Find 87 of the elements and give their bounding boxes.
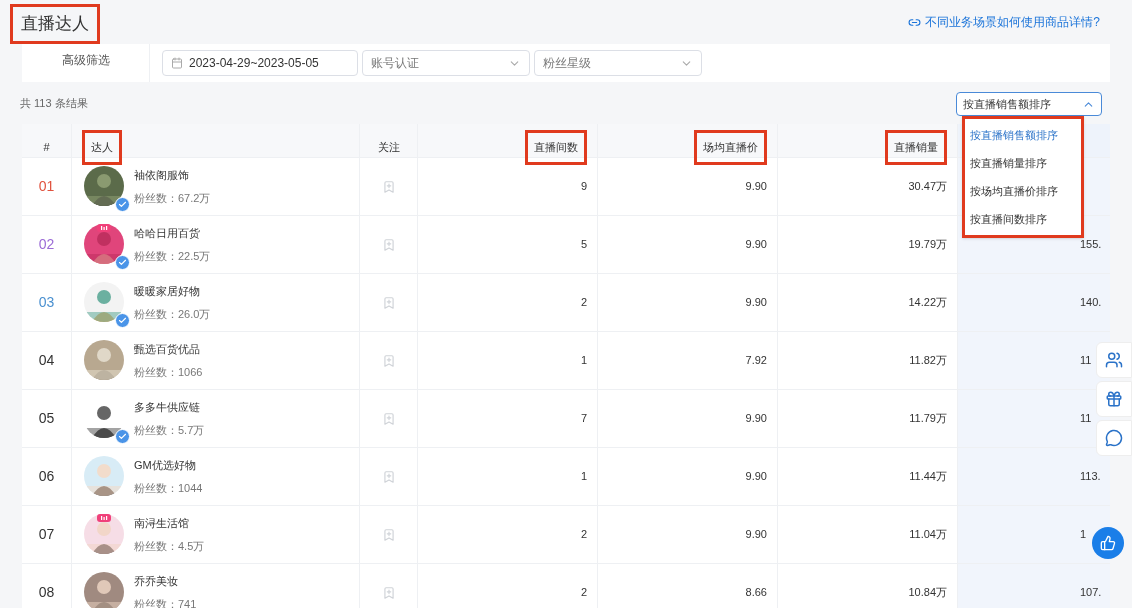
table-cell-text: 30.47万 <box>908 179 947 195</box>
column-header: 场均直播价 <box>694 130 767 165</box>
table-cell-text: 7 <box>580 411 587 427</box>
chat-button[interactable] <box>1096 420 1132 456</box>
help-link[interactable]: 不同业务场景如何使用商品详情? <box>908 13 1100 31</box>
rank-number: 07 <box>38 525 55 544</box>
table-cell-text: 1 <box>580 469 587 485</box>
rank-number: 05 <box>38 409 55 428</box>
table-cell: 11 <box>958 390 1110 447</box>
people-icon <box>1105 351 1123 369</box>
select-field[interactable]: 账号认证 <box>362 50 530 76</box>
gift-button[interactable] <box>1096 381 1132 417</box>
table-cell-text: 9.90 <box>745 469 767 485</box>
table-cell-text: 9.90 <box>745 179 767 195</box>
table-cell: 1 <box>958 506 1110 563</box>
result-count: 共 113 条结果 <box>20 95 88 111</box>
table-cell: 11 <box>958 332 1110 389</box>
creator-name[interactable]: 甄选百货优品 <box>134 341 203 358</box>
table-cell-text: 11.44万 <box>909 469 947 485</box>
follow-icon[interactable] <box>381 295 396 310</box>
filter-label: 高级筛选 <box>61 52 110 69</box>
table-cell: 140. <box>958 274 1110 331</box>
table-cell-text: 9.90 <box>745 527 767 543</box>
follow-icon[interactable] <box>381 585 396 600</box>
table-cell: 113. <box>958 448 1110 505</box>
column-header: 直播销量 <box>885 130 947 165</box>
table-cell: 107. <box>958 564 1110 608</box>
date-range-field[interactable]: 2023-04-29~2023-05-05 <box>162 50 358 76</box>
creator-name[interactable]: 多多牛供应链 <box>134 399 205 416</box>
table-cell-text: 9.90 <box>745 237 767 253</box>
follow-icon[interactable] <box>381 527 396 542</box>
rank-number: 03 <box>38 293 55 312</box>
table-cell-text: 11.82万 <box>909 353 947 369</box>
rank-number: 01 <box>38 177 55 196</box>
page-title: 直播达人 <box>10 4 100 44</box>
follow-icon[interactable] <box>381 411 396 426</box>
table-cell-text: 9.90 <box>745 295 767 311</box>
select-field[interactable]: 粉丝星级 <box>534 50 702 76</box>
column-header: 达人 <box>82 130 122 165</box>
column-header: 关注 <box>376 140 401 156</box>
chat-icon <box>1105 429 1123 447</box>
fan-count: 粉丝数：4.5万 <box>134 538 205 554</box>
sort-option[interactable]: 按场均直播价排序 <box>965 177 1081 205</box>
sort-option[interactable]: 按直播销量排序 <box>965 149 1081 177</box>
creator-name[interactable]: 乔乔美妆 <box>134 573 197 590</box>
column-header: # <box>42 140 51 156</box>
creator-name[interactable]: 南浔生活馆 <box>134 515 205 532</box>
table-cell-text: 9 <box>580 179 587 195</box>
rank-number: 02 <box>38 235 55 254</box>
fan-count: 粉丝数：1044 <box>134 480 203 496</box>
table-cell-text: 7.92 <box>745 353 767 369</box>
thumbs-up-icon <box>1100 535 1116 551</box>
table-cell-text: 10.84万 <box>908 585 947 601</box>
fan-count: 粉丝数：1066 <box>134 364 203 380</box>
fan-count: 粉丝数：5.7万 <box>134 422 205 438</box>
creator-name[interactable]: 暖暖家居好物 <box>134 283 211 300</box>
fan-count: 粉丝数：22.5万 <box>134 248 211 264</box>
sort-select[interactable]: 按直播销售额排序 <box>956 92 1102 116</box>
table-cell-text: 11.04万 <box>909 527 947 543</box>
rank-number: 08 <box>38 583 55 602</box>
table-cell-text: 19.79万 <box>908 237 947 253</box>
table-cell-text: 2 <box>580 295 587 311</box>
table-cell-text: 2 <box>580 527 587 543</box>
table-cell-text: 9.90 <box>745 411 767 427</box>
table-cell-text: 5 <box>580 237 587 253</box>
creator-name[interactable]: 袖依阁服饰 <box>134 167 211 184</box>
follow-icon[interactable] <box>381 353 396 368</box>
table-cell-text: 8.66 <box>745 585 767 601</box>
sort-option[interactable]: 按直播销售额排序 <box>965 121 1081 149</box>
like-button[interactable] <box>1092 527 1124 559</box>
creator-name[interactable]: 哈哈日用百货 <box>134 225 211 242</box>
fan-count: 粉丝数：67.2万 <box>134 190 211 206</box>
follow-icon[interactable] <box>381 237 396 252</box>
column-header: 直播间数 <box>525 130 587 165</box>
rank-number: 04 <box>38 351 55 370</box>
community-button[interactable] <box>1096 342 1132 378</box>
table-cell-text: 11.79万 <box>909 411 947 427</box>
table-cell-text: 2 <box>580 585 587 601</box>
creator-name[interactable]: GM优选好物 <box>134 457 203 474</box>
follow-icon[interactable] <box>381 469 396 484</box>
table-cell-text: 1 <box>580 353 587 369</box>
fan-count: 粉丝数：26.0万 <box>134 306 211 322</box>
table-cell-text: 14.22万 <box>908 295 947 311</box>
rank-number: 06 <box>38 467 55 486</box>
follow-icon[interactable] <box>381 179 396 194</box>
calendar-icon <box>171 57 183 69</box>
gift-icon <box>1105 390 1123 408</box>
